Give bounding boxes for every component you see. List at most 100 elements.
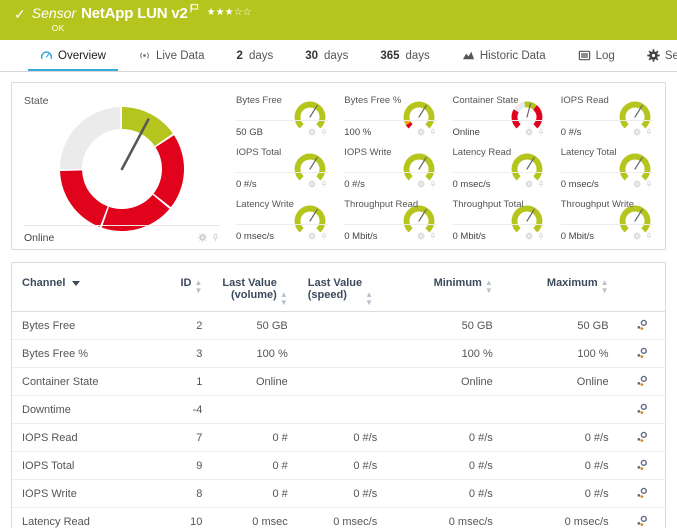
cell-last-value-volume: 100 % [212,340,297,368]
pin-icon[interactable] [645,227,653,245]
cell-last-value-speed: 0 #/s [298,424,387,452]
table-row[interactable]: Latency Read100 msec0 msec/s0 msec/s0 ms… [12,508,665,528]
pin-icon[interactable] [211,229,220,247]
tab-log[interactable]: Log [562,40,631,71]
gear-icon[interactable] [417,175,425,193]
tab-settings[interactable]: Settings [631,40,677,71]
column-header-id[interactable]: ID▲▼ [156,263,212,312]
channel-settings-icon[interactable] [635,459,648,472]
gear-icon[interactable] [417,227,425,245]
sensor-type-label: Sensor [32,5,76,21]
pin-icon[interactable] [429,123,437,141]
tab-overview[interactable]: Overview [24,40,122,71]
gear-icon[interactable] [633,175,641,193]
pin-icon[interactable] [320,123,328,141]
channel-settings-icon[interactable] [635,431,648,444]
sort-icon: ▲▼ [485,279,493,295]
tab-historic-data[interactable]: Historic Data [446,40,562,71]
gauge-cell: Bytes Free50 GB [228,91,336,143]
pin-icon[interactable] [537,175,545,193]
gauge-label: IOPS Write [344,147,436,158]
channel-settings-icon[interactable] [635,403,648,416]
table-row[interactable]: IOPS Total90 #0 #/s0 #/s0 #/s [12,452,665,480]
sort-icon: ▲▼ [280,291,288,307]
column-header-last-value-speed[interactable]: Last Value(speed)▲▼ [298,263,387,312]
tab-2-days-label: days [249,50,273,62]
gear-icon[interactable] [308,175,316,193]
column-header-channel[interactable]: Channel [12,263,156,312]
gauge-label: Throughput Total [453,199,545,210]
cell-channel: IOPS Write [12,480,156,508]
gear-icon[interactable] [198,229,207,247]
gear-icon[interactable] [308,123,316,141]
cell-actions[interactable] [619,368,665,396]
table-row[interactable]: IOPS Read70 #0 #/s0 #/s0 #/s [12,424,665,452]
cell-maximum: 0 msec/s [503,508,619,528]
pin-icon[interactable] [645,123,653,141]
table-row[interactable]: Bytes Free250 GB50 GB50 GB [12,312,665,340]
cell-id: 10 [156,508,212,528]
table-row[interactable]: Downtime-4 [12,396,665,424]
pin-icon[interactable] [537,227,545,245]
sort-icon: ▲▼ [601,279,609,295]
flag-icon[interactable] [190,0,199,9]
channel-settings-icon[interactable] [635,515,648,528]
gear-icon[interactable] [525,175,533,193]
cell-actions[interactable] [619,508,665,528]
gear-icon[interactable] [417,123,425,141]
cell-actions[interactable] [619,424,665,452]
gauge-label: Container State [453,95,545,106]
column-header-maximum[interactable]: Maximum▲▼ [503,263,619,312]
gear-icon[interactable] [633,227,641,245]
priority-stars[interactable]: ★★★☆☆ [207,7,252,18]
state-footer: Online [24,225,220,247]
pin-icon[interactable] [645,175,653,193]
tab-30-days-label: days [324,50,348,62]
state-gauge-block: State Online [12,89,228,249]
tab-2-days-number: 2 [237,50,243,62]
gear-icon[interactable] [525,123,533,141]
gear-icon[interactable] [525,227,533,245]
table-row[interactable]: Bytes Free %3100 %100 %100 % [12,340,665,368]
pin-icon[interactable] [429,227,437,245]
gauge-value: 0 #/s [344,179,365,190]
column-header-minimum[interactable]: Minimum▲▼ [387,263,503,312]
tab-365-days[interactable]: 365 days [364,40,445,71]
cell-actions[interactable] [619,480,665,508]
pin-icon[interactable] [537,123,545,141]
gauge-cell: Container StateOnline [445,91,553,143]
tab-30-days[interactable]: 30 days [289,40,364,71]
cell-channel: Bytes Free [12,312,156,340]
cell-minimum [387,396,503,424]
gear-icon[interactable] [633,123,641,141]
cell-maximum [503,396,619,424]
cell-actions[interactable] [619,312,665,340]
pin-icon[interactable] [429,175,437,193]
cell-actions[interactable] [619,396,665,424]
gear-icon[interactable] [308,227,316,245]
channels-table-head: Channel ID▲▼ Last Value(volume)▲▼ Last V… [12,263,665,312]
cell-id: 1 [156,368,212,396]
cell-id: 2 [156,312,212,340]
cell-actions[interactable] [619,452,665,480]
channel-settings-icon[interactable] [635,319,648,332]
column-header-last-value-volume[interactable]: Last Value(volume)▲▼ [212,263,297,312]
tab-live-data[interactable]: Live Data [122,40,221,71]
channel-settings-icon[interactable] [635,487,648,500]
table-row[interactable]: Container State1OnlineOnlineOnline [12,368,665,396]
cell-actions[interactable] [619,340,665,368]
pin-icon[interactable] [320,175,328,193]
tab-bar: Overview Live Data 2 days 30 days 365 da… [0,40,677,72]
cell-last-value-volume: 0 msec [212,508,297,528]
state-donut-chart [56,103,188,235]
channel-settings-icon[interactable] [635,375,648,388]
column-header-maximum-label: Maximum [547,277,598,289]
tab-2-days[interactable]: 2 days [221,40,290,71]
pin-icon[interactable] [320,227,328,245]
table-row[interactable]: IOPS Write80 #0 #/s0 #/s0 #/s [12,480,665,508]
channel-settings-icon[interactable] [635,347,648,360]
cell-last-value-speed [298,340,387,368]
cell-channel: IOPS Total [12,452,156,480]
cell-minimum: 100 % [387,340,503,368]
cell-id: 9 [156,452,212,480]
